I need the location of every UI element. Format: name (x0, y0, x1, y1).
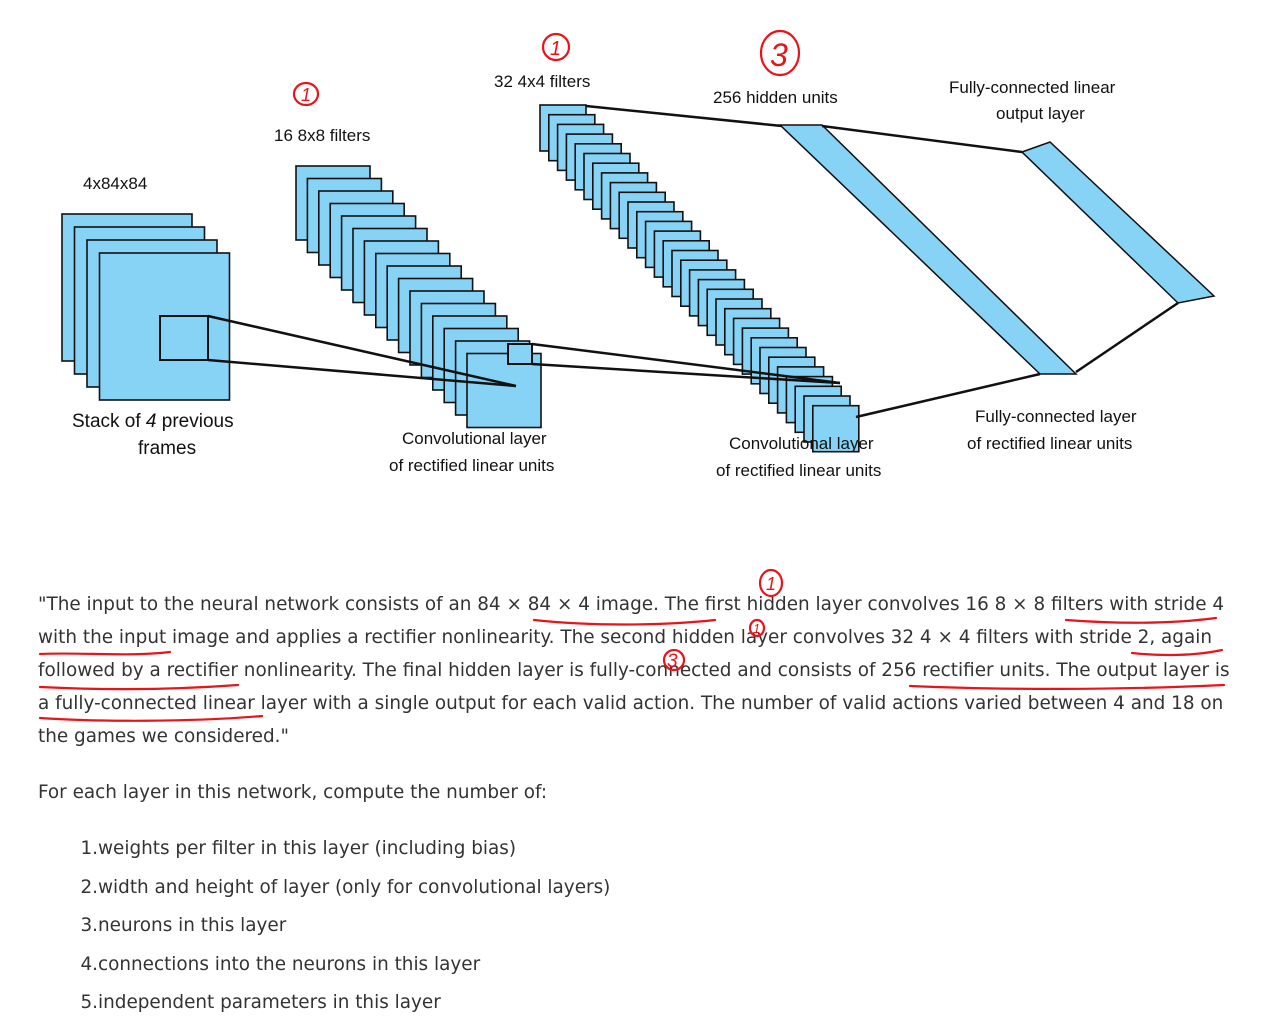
network-architecture-figure: 4x84x84 Stack of 4 previous frames 16 8x… (0, 0, 1263, 500)
fc-hidden-layer (778, 124, 1078, 375)
quote-underline-conv1: 16 8 × 8 filters with stride 4 (965, 594, 1225, 615)
input-receptive-field (159, 315, 209, 361)
input-caption-post: previous (157, 411, 234, 432)
list-item: 3. neurons in this layer (38, 907, 610, 946)
input-caption-line2: frames (138, 438, 196, 459)
instruction-text: For each layer in this network, compute … (38, 782, 548, 803)
output-layer (1020, 141, 1216, 304)
input-caption-line1: Stack of 4 previous (72, 411, 234, 432)
conv1-filters-label: 16 8x8 filters (274, 126, 370, 145)
list-item-number: 2. (80, 876, 98, 898)
conv1-filter-stack (295, 165, 542, 429)
fc-caption-line2: of rectified linear units (967, 434, 1132, 453)
list-item-number: 1. (80, 838, 98, 859)
output-label-line1: Fully-connected linear (949, 78, 1116, 97)
fc-caption-line1: Fully-connected layer (975, 407, 1137, 426)
list-item-text: connections into the neurons in this lay… (98, 953, 481, 975)
quote-underline-fc: is fully-connected and consists of 256 r… (569, 660, 1051, 681)
list-item-number: 3. (80, 915, 98, 936)
input-size-label: 4x84x84 (83, 174, 147, 193)
network-diagram: 4x84x84 Stack of 4 previous frames 16 8x… (61, 72, 1216, 480)
input-caption-em: 4 (146, 411, 157, 432)
conv1-caption-line1: Convolutional layer (402, 429, 547, 448)
connection-fc-out-bottom (1075, 301, 1179, 374)
quote-text-1: "The input to the neural network consist… (38, 594, 478, 615)
quote-text-2: . The first hidden layer convolves (653, 594, 966, 615)
list-item-text: width and height of layer (only for conv… (98, 876, 611, 898)
list-item: 2. width and height of layer (only for co… (38, 869, 610, 908)
conv2-caption-line1: Convolutional layer (729, 434, 874, 453)
input-frame-stack (61, 213, 231, 401)
question-list: 1. weights per filter in this layer (incl… (38, 830, 610, 1023)
quote-underline-input-size: 84 × 84 × 4 image (477, 594, 654, 615)
conv1-receptive-field (507, 343, 533, 365)
quote-text-3: with the input image and applies a recti… (38, 627, 891, 648)
conv2-caption-line2: of rectified linear units (716, 461, 881, 480)
conv2-filters-label: 32 4x4 filters (494, 72, 590, 91)
connection-conv2-fc-top (585, 104, 783, 128)
fc-label: 256 hidden units (713, 88, 838, 107)
list-item-text: independent parameters in this layer (98, 992, 441, 1013)
list-item: 4. connections into the neurons in this l… (38, 946, 610, 985)
list-item: 5. independent parameters in this layer (38, 984, 610, 1023)
input-caption-pre: Stack of (72, 411, 146, 432)
output-label-line2: output layer (996, 104, 1085, 123)
list-item-text: weights per filter in this layer (includ… (98, 838, 517, 859)
list-item-number: 4. (80, 953, 98, 975)
conv2-filter-stack (539, 104, 860, 453)
conv1-caption-line2: of rectified linear units (389, 456, 554, 475)
list-item-number: 5. (80, 992, 98, 1013)
connection-fc-out-top (821, 124, 1023, 154)
paper-quote-paragraph: "The input to the neural network consist… (38, 588, 1238, 753)
list-item-text: neurons in this layer (98, 915, 287, 936)
quote-underline-conv2: 32 4 × 4 filters with stride 2 (890, 627, 1150, 648)
list-item: 1. weights per filter in this layer (incl… (38, 830, 610, 869)
